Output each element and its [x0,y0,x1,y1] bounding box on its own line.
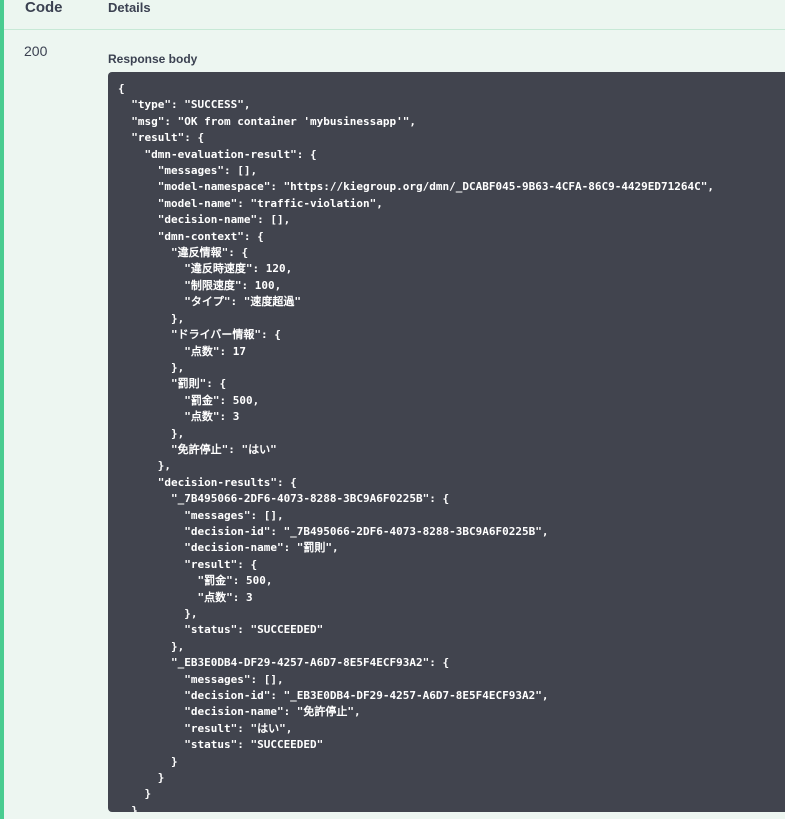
responses-table-header: Code Details [4,0,785,30]
response-body-label: Response body [108,52,198,66]
response-body-code-block[interactable]: { "type": "SUCCESS", "msg": "OK from con… [108,72,785,812]
response-row: 200 Response body { "type": "SUCCESS", "… [4,30,785,819]
response-body-json[interactable]: { "type": "SUCCESS", "msg": "OK from con… [118,81,785,812]
details-column-header: Details [108,0,151,15]
responses-panel: Code Details 200 Response body { "type":… [0,0,785,819]
response-status-code: 200 [24,43,48,59]
code-column-header: Code [25,0,63,16]
